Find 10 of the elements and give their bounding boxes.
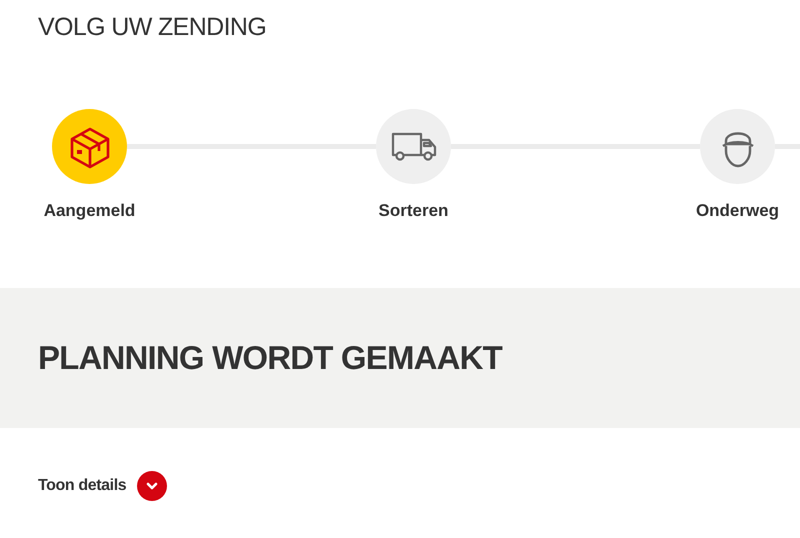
- status-heading: PLANNING WORDT GEMAAKT: [38, 338, 502, 378]
- details-label: Toon details: [38, 476, 126, 496]
- page-title: VOLG UW ZENDING: [38, 12, 266, 42]
- truck-icon: [390, 130, 436, 162]
- chevron-icon: [146, 482, 158, 490]
- step-label: Aangemeld: [44, 200, 136, 222]
- step-label: Sorteren: [378, 200, 448, 222]
- package-icon: [68, 124, 112, 168]
- step-label: Onderweg: [696, 200, 780, 222]
- expand-button[interactable]: [137, 470, 168, 500]
